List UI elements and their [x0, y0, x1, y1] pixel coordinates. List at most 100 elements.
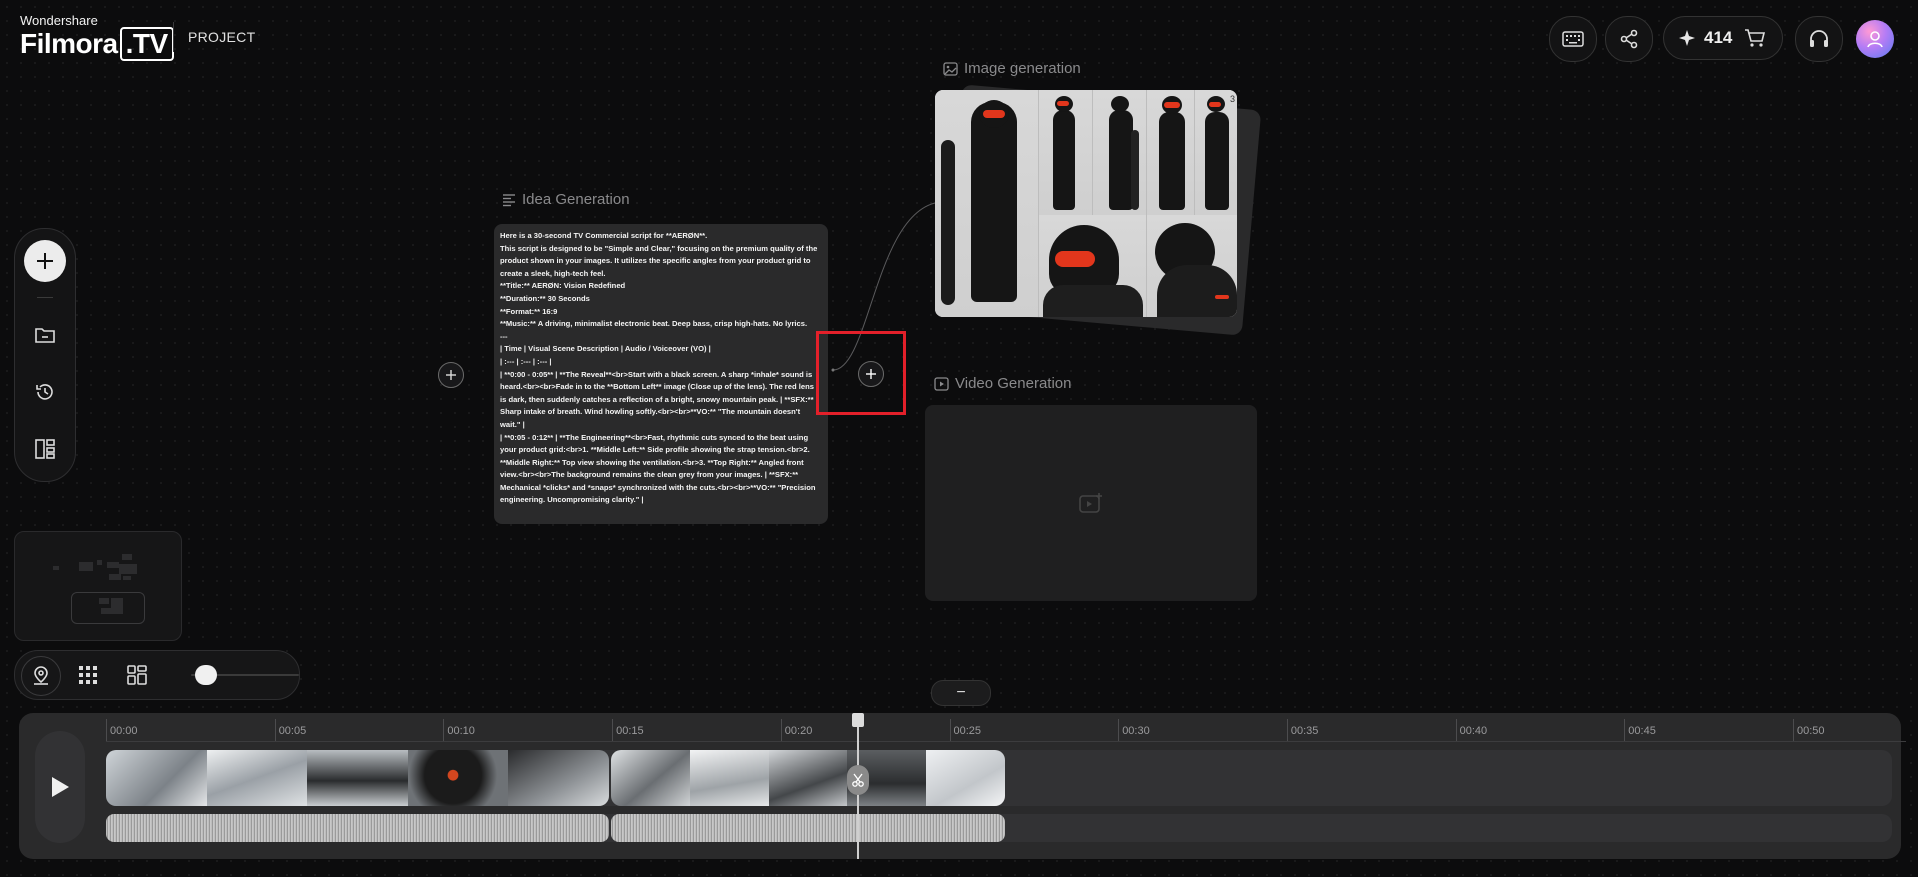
- headset-icon: [1810, 30, 1828, 47]
- timeline-tick: [106, 719, 107, 741]
- generated-image-grid[interactable]: 3: [935, 90, 1237, 317]
- idea-node-card[interactable]: Here is a 30-second TV Commercial script…: [494, 224, 828, 524]
- scissors-icon: [852, 773, 864, 787]
- image-angled-view: 3: [1194, 90, 1237, 215]
- image-count-badge: 3: [1229, 94, 1235, 104]
- zoom-slider-knob[interactable]: [195, 665, 217, 685]
- image-side-view: [1038, 90, 1092, 215]
- play-button[interactable]: [35, 731, 85, 843]
- idea-script-text: Here is a 30-second TV Commercial script…: [500, 230, 822, 520]
- audio-clip-1[interactable]: [106, 814, 609, 842]
- share-button[interactable]: [1605, 16, 1653, 62]
- templates-button[interactable]: [33, 437, 57, 461]
- timeline-panel: 00:00 00:05 00:10 00:15 00:20 00:25 00:30 00:35…: [19, 713, 1906, 859]
- timeline-tick-label: 00:10: [447, 725, 475, 737]
- timeline-tick-label: 00:30: [1122, 725, 1150, 737]
- script-line: **Title:** AERØN: Vision Redefined: [500, 281, 626, 291]
- location-icon: [34, 666, 48, 685]
- script-line: **Format:** 16:9: [500, 306, 558, 316]
- timeline-tick: [1455, 719, 1457, 741]
- timeline-tick-label: 00:00: [110, 725, 138, 737]
- image-helmet-side: [1146, 215, 1237, 317]
- grid-view-button[interactable]: [76, 663, 100, 687]
- grid-icon: [79, 666, 97, 684]
- image-back-view: [1092, 90, 1146, 215]
- support-button[interactable]: [1795, 16, 1843, 62]
- layout-icon: [35, 439, 55, 459]
- text-icon: [503, 193, 515, 206]
- video-node-card[interactable]: [925, 405, 1257, 601]
- highlight-box: [816, 331, 906, 415]
- timeline-ruler[interactable]: [106, 741, 1906, 742]
- layout-view-button[interactable]: [125, 663, 149, 687]
- left-toolbar: [14, 228, 76, 482]
- timeline-tick: [1118, 719, 1120, 741]
- collapse-timeline-button[interactable]: −: [931, 680, 991, 706]
- idea-node-title: Idea Generation: [502, 191, 630, 208]
- video-clip-2[interactable]: [611, 750, 1005, 806]
- plus-icon: [446, 370, 456, 380]
- brand-logo[interactable]: Wondershare Filmora .TV: [20, 14, 174, 61]
- canvas-minimap[interactable]: [14, 531, 182, 641]
- play-icon: [52, 777, 69, 797]
- timeline-tick: [1624, 719, 1626, 741]
- timeline-tick-label: 00:25: [953, 725, 982, 737]
- timeline-tick-label: 00:15: [616, 725, 644, 737]
- timeline-tick-label: 00:35: [1290, 725, 1319, 737]
- header-divider: [173, 22, 174, 52]
- assets-button[interactable]: [33, 323, 57, 347]
- history-icon: [36, 384, 53, 400]
- script-line: Here is a 30-second TV Commercial script…: [500, 231, 708, 240]
- script-line: | **0:05 - 0:12** | **The Engineering**<…: [500, 432, 816, 505]
- script-line: ---: [500, 331, 508, 341]
- add-icon: [37, 253, 53, 269]
- image-icon: [943, 61, 958, 76]
- project-label[interactable]: PROJECT: [188, 29, 255, 45]
- timeline-tick-label: 00:20: [784, 725, 813, 737]
- user-icon: [1867, 31, 1883, 48]
- brand-small: Wondershare: [20, 13, 98, 28]
- share-icon: [1620, 29, 1638, 49]
- image-front-view: [1146, 90, 1194, 215]
- keyboard-shortcuts-button[interactable]: [1549, 16, 1597, 62]
- image-node-title: Image generation: [943, 60, 1081, 77]
- timeline-tick: [612, 719, 614, 741]
- timeline-tick: [780, 719, 782, 741]
- split-button[interactable]: [847, 765, 869, 795]
- brand-main: Filmora: [20, 28, 118, 59]
- add-input-button[interactable]: [438, 362, 464, 388]
- audio-clip-2[interactable]: [611, 814, 1005, 842]
- timeline-tick: [1793, 719, 1794, 741]
- script-line: This script is designed to be "Simple an…: [500, 243, 818, 278]
- keyboard-icon: [1562, 31, 1584, 47]
- script-line: **Duration:** 30 Seconds: [500, 293, 590, 303]
- locate-button[interactable]: [21, 656, 61, 696]
- user-avatar[interactable]: [1856, 20, 1894, 58]
- timeline-tick: [443, 719, 445, 741]
- credits-pill[interactable]: 414: [1663, 16, 1783, 60]
- canvas-controls: [14, 650, 300, 700]
- script-line: | Time | Visual Scene Description | Audi…: [500, 344, 711, 354]
- image-helmet-closeup: [1038, 215, 1146, 317]
- timeline-tick-label: 00:50: [1797, 725, 1825, 737]
- timeline-tick: [1286, 719, 1288, 741]
- video-node-title: Video Generation: [934, 375, 1071, 392]
- timeline-tick-label: 00:05: [278, 725, 307, 737]
- credits-count: 414: [1704, 28, 1733, 47]
- timeline-tick-label: 00:40: [1459, 725, 1488, 737]
- timeline-tick: [274, 719, 276, 741]
- timeline-tick: [949, 719, 951, 741]
- playhead-handle[interactable]: [852, 713, 864, 727]
- image-full-body: [935, 90, 1038, 317]
- script-line: | **0:00 - 0:05** | **The Reveal**<br>St…: [500, 369, 814, 429]
- video-clip-1[interactable]: [106, 750, 609, 806]
- script-line: **Music:** A driving, minimalist electro…: [500, 319, 808, 329]
- script-line: | :--- | :--- | :--- |: [500, 356, 552, 366]
- brand-suffix: .TV: [119, 27, 174, 61]
- layout-grid-icon: [127, 665, 147, 685]
- history-button[interactable]: [33, 380, 57, 404]
- sparkle-icon: [1679, 30, 1695, 46]
- cart-icon[interactable]: [1744, 28, 1766, 48]
- video-placeholder-icon: [1079, 493, 1102, 513]
- add-node-button[interactable]: [24, 240, 66, 282]
